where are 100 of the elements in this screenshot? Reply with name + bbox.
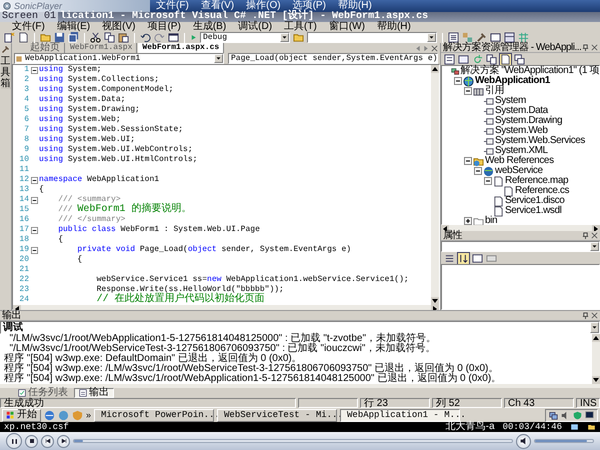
toolbox-label[interactable]: 工具箱: [0, 56, 10, 89]
menu-item[interactable]: 文件(F): [6, 22, 51, 32]
dropdown-arrow-icon[interactable]: [280, 33, 289, 42]
panel-tab[interactable]: 输出: [74, 388, 114, 398]
view-icon[interactable]: [458, 54, 469, 64]
stop-button[interactable]: [25, 434, 38, 448]
pin-icon[interactable]: [582, 44, 589, 51]
menu-item[interactable]: 操作(O): [240, 0, 287, 12]
tree-item[interactable]: bin: [485, 216, 498, 226]
pin-icon[interactable]: [582, 232, 589, 239]
menu-item[interactable]: 工具(T): [278, 22, 323, 32]
close-icon[interactable]: [591, 44, 598, 51]
close-icon[interactable]: [591, 312, 598, 319]
cut-icon[interactable]: [90, 32, 101, 43]
previous-button[interactable]: [41, 434, 54, 448]
show-all-files-icon[interactable]: [500, 54, 511, 64]
collapse-icon[interactable]: [30, 176, 38, 184]
mute-button[interactable]: [516, 434, 531, 448]
tree-item[interactable]: System.Drawing: [495, 116, 562, 126]
menu-item[interactable]: 查看(V): [194, 0, 240, 12]
copy-icon[interactable]: [486, 54, 497, 64]
tree-item[interactable]: System.Web: [495, 126, 548, 136]
window-icon[interactable]: [490, 32, 501, 43]
next-button[interactable]: [57, 434, 70, 448]
new-file-icon[interactable]: [18, 32, 29, 43]
sort-icon[interactable]: [458, 252, 469, 264]
tree-item[interactable]: Service1.wsdl: [505, 206, 562, 216]
collapse-icon[interactable]: [30, 226, 38, 234]
grid-icon[interactable]: [518, 32, 529, 43]
vertical-scrollbar[interactable]: [592, 334, 600, 384]
menu-item[interactable]: 生成(B): [186, 22, 232, 32]
menu-item[interactable]: 视图(V): [96, 22, 142, 32]
categorized-icon[interactable]: [444, 252, 455, 264]
expand-icon[interactable]: [464, 217, 472, 225]
collapse-icon[interactable]: [30, 246, 38, 254]
windows-icon[interactable]: [514, 54, 525, 64]
network-icon[interactable]: [549, 410, 558, 420]
toolbox-strip[interactable]: 工具箱: [0, 43, 12, 310]
tree-item[interactable]: Reference.map: [505, 176, 568, 186]
horizontal-scrollbar[interactable]: [0, 384, 600, 388]
menu-item[interactable]: 编辑(E): [50, 22, 96, 32]
editor-tab[interactable]: WebForm1.aspx.cs: [138, 43, 224, 53]
collapse-icon[interactable]: [464, 157, 472, 165]
configuration-combo[interactable]: Debug: [200, 32, 290, 43]
tree-item[interactable]: 引用: [485, 86, 504, 96]
properties-icon[interactable]: [444, 54, 455, 64]
copy-icon[interactable]: [104, 32, 115, 43]
layout-icon[interactable]: [504, 32, 515, 43]
tree-item[interactable]: 解决方案 "WebApplication1" (1 项: [460, 66, 599, 76]
tree-item[interactable]: System.Web.Services: [495, 136, 586, 146]
menu-item[interactable]: 项目(P): [141, 22, 187, 32]
scroll-up-icon[interactable]: [592, 334, 600, 342]
tree-item[interactable]: WebApplication1: [475, 76, 550, 86]
horizontal-scrollbar[interactable]: [441, 225, 600, 231]
seek-slider[interactable]: [73, 439, 513, 443]
tree-item[interactable]: webService: [495, 166, 543, 176]
menu-item[interactable]: 窗口(W): [322, 22, 371, 32]
more-button[interactable]: »: [86, 409, 92, 421]
collapse-icon[interactable]: [30, 66, 38, 74]
scroll-up-icon[interactable]: [431, 65, 439, 73]
toolbox-icon[interactable]: [476, 32, 487, 43]
volume-slider[interactable]: [534, 439, 594, 443]
find-combo[interactable]: [307, 32, 437, 43]
vertical-scrollbar[interactable]: [431, 65, 439, 305]
taskbar-button[interactable]: WebServiceTest - Mi...: [217, 408, 338, 422]
collapse-icon[interactable]: [474, 167, 482, 175]
tree-item[interactable]: Reference.cs: [515, 186, 570, 196]
pin-icon[interactable]: [582, 312, 589, 319]
close-icon[interactable]: [431, 44, 438, 52]
scroll-down-icon[interactable]: [592, 376, 600, 384]
dropdown-arrow-icon[interactable]: [590, 242, 599, 251]
new-project-icon[interactable]: [4, 32, 15, 43]
browser-icon[interactable]: [44, 410, 55, 420]
tree-item[interactable]: Web References: [485, 156, 554, 166]
collapse-icon[interactable]: [484, 177, 492, 185]
object-combo[interactable]: [441, 241, 600, 252]
collapse-icon[interactable]: [454, 77, 462, 85]
menu-item[interactable]: 帮助(H): [332, 0, 378, 12]
close-icon[interactable]: [591, 232, 598, 239]
undo-icon[interactable]: [140, 32, 151, 43]
dropdown-arrow-icon[interactable]: [427, 33, 436, 42]
properties-icon[interactable]: [448, 32, 459, 43]
tree-item[interactable]: Service1.disco: [505, 196, 564, 206]
panel-tab[interactable]: 任务列表: [14, 388, 72, 398]
save-all-icon[interactable]: [68, 32, 79, 43]
tree-item[interactable]: System.Data: [495, 106, 548, 116]
pause-button[interactable]: [6, 433, 22, 449]
collapse-icon[interactable]: [30, 196, 38, 204]
save-icon[interactable]: [54, 32, 65, 43]
paste-icon[interactable]: [118, 32, 129, 43]
properties-icon[interactable]: [472, 252, 483, 264]
tree-item[interactable]: System: [495, 96, 526, 106]
window-icon[interactable]: [168, 32, 179, 43]
menu-item[interactable]: 调试(D): [232, 22, 278, 32]
tree-item[interactable]: System.XML: [495, 146, 548, 156]
class-combo[interactable]: WebApplication1.WebForm1: [14, 53, 224, 64]
collapse-icon[interactable]: [464, 87, 472, 95]
start-button[interactable]: 开始: [2, 408, 41, 422]
member-combo[interactable]: Page_Load(object sender,System.EventArgs e): [228, 53, 438, 64]
dropdown-arrow-icon[interactable]: [214, 54, 223, 63]
